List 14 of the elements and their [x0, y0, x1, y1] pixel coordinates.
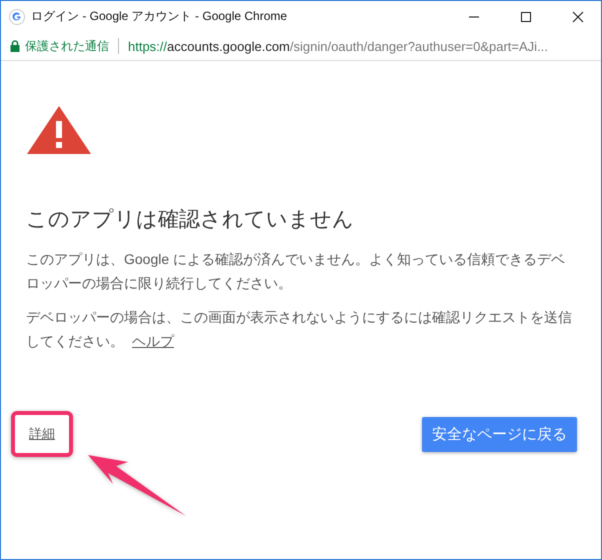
security-label: 保護された通信	[25, 38, 109, 54]
window-title: ログイン - Google アカウント - Google Chrome	[31, 8, 288, 25]
warning-paragraph: デベロッパーの場合は、この画面が表示されないようにするには確認リクエストを送信してください。 ヘルプ	[26, 308, 573, 351]
heading: このアプリは確認されていません	[26, 207, 355, 233]
url-text[interactable]: https://accounts.google.com/signin/oauth/danger?authuser=0&part=AJi...	[128, 38, 548, 54]
lock-icon	[10, 40, 20, 52]
google-logo-icon	[9, 8, 25, 24]
help-link[interactable]: ヘルプ	[132, 333, 174, 349]
warning-paragraph: このアプリは、Google による確認が済んでいません。よく知っている信頼できるデベロッパーの場合に限り続行してください。	[26, 250, 566, 293]
close-icon	[572, 10, 584, 22]
back-to-safety-button[interactable]: 安全なページに戻る	[422, 416, 577, 452]
warning-icon	[26, 105, 92, 155]
maximize-icon	[520, 10, 532, 22]
details-link[interactable]: 詳細	[29, 426, 55, 441]
